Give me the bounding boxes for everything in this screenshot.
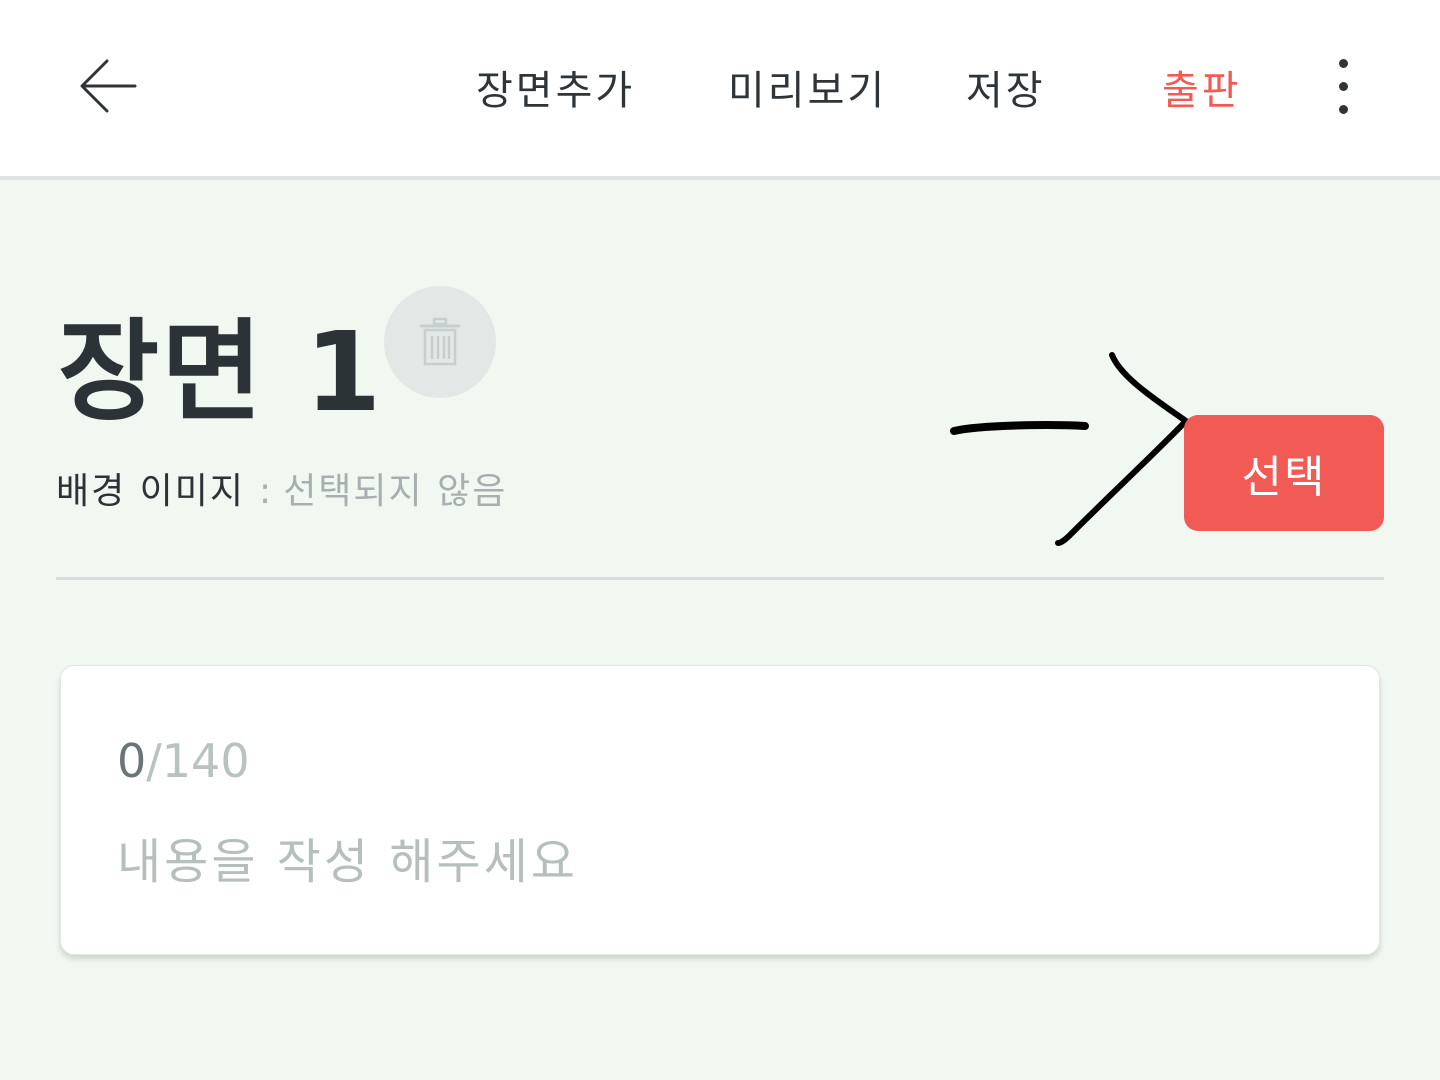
- more-vertical-icon-dot: [1338, 81, 1348, 91]
- background-image-label: 배경 이미지: [56, 471, 246, 512]
- character-counter: 0/140: [117, 734, 250, 788]
- hand-drawn-arrow-icon: [950, 352, 1189, 546]
- delete-scene-button[interactable]: [384, 286, 496, 398]
- publish-button[interactable]: 출판: [1162, 58, 1242, 118]
- top-app-bar: 장면추가 미리보기 저장 출판: [0, 0, 1440, 180]
- trash-icon: [419, 317, 461, 366]
- preview-button[interactable]: 미리보기: [728, 58, 887, 118]
- more-vertical-icon: [1338, 58, 1348, 68]
- background-image-separator: :: [259, 471, 274, 512]
- divider: [56, 577, 1384, 580]
- more-options-button[interactable]: [1316, 48, 1370, 124]
- save-button[interactable]: 저장: [966, 58, 1046, 118]
- scene-title: 장면 1: [58, 308, 384, 436]
- add-scene-button[interactable]: 장면추가: [476, 58, 635, 118]
- select-background-button[interactable]: 선택: [1184, 415, 1384, 531]
- character-count-current: 0: [117, 734, 147, 788]
- character-count-max: /140: [146, 734, 250, 788]
- content-input[interactable]: [117, 824, 1317, 900]
- background-image-row: 배경 이미지: 선택되지 않음: [56, 462, 507, 514]
- more-vertical-icon-dot: [1338, 104, 1348, 114]
- arrow-left-icon: [80, 59, 137, 113]
- content-editor-card: 0/140: [60, 665, 1380, 955]
- background-image-status: 선택되지 않음: [283, 471, 508, 512]
- back-button[interactable]: [70, 48, 146, 124]
